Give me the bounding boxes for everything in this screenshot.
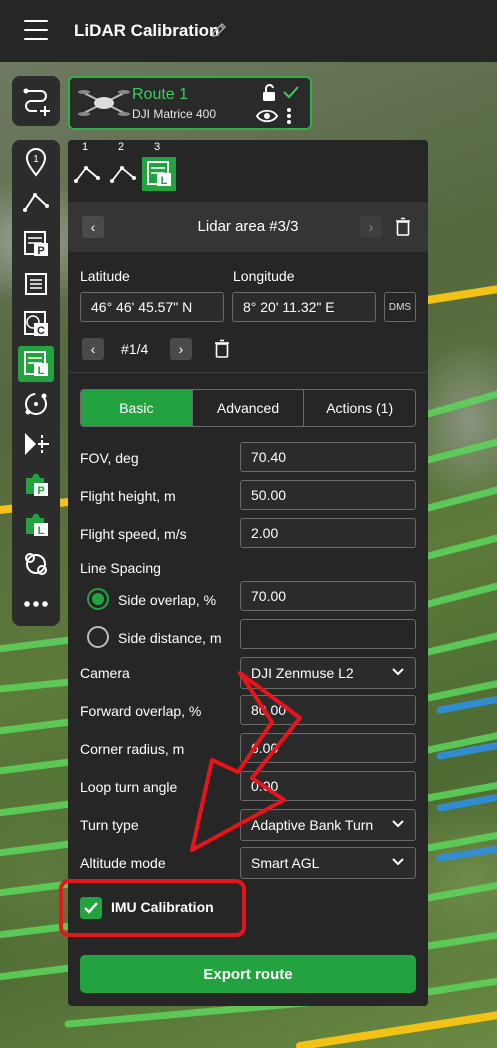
svg-text:P: P (37, 485, 44, 497)
step-lidar-area-icon[interactable]: L (142, 157, 176, 191)
flight-speed-label: Flight speed, m/s (80, 526, 187, 542)
camera-value: DJI Zenmuse L2 (251, 665, 354, 681)
longitude-label: Longitude (233, 268, 295, 284)
drone-icon (78, 90, 130, 116)
route-tools-bar (12, 76, 60, 126)
route-card[interactable]: Route 1 DJI Matrice 400 (68, 76, 312, 130)
turn-type-label: Turn type (80, 817, 139, 833)
kebab-menu-icon[interactable] (286, 107, 292, 125)
dms-toggle-button[interactable]: DMS (384, 292, 416, 322)
side-overlap-radio[interactable] (87, 588, 109, 610)
section-header: ‹ Lidar area #3/3 › (68, 202, 428, 252)
pencil-icon[interactable] (210, 21, 228, 39)
line-spacing-label: Line Spacing (80, 560, 161, 576)
unlock-icon[interactable] (260, 84, 278, 102)
point-counter: #1/4 (121, 341, 149, 357)
waypoint-icon[interactable]: 1 (18, 144, 54, 180)
imu-calibration-label: IMU Calibration (111, 899, 214, 915)
side-distance-label: Side distance, m (118, 630, 222, 646)
page-title: LiDAR Calibration (74, 21, 220, 40)
visibility-icon[interactable] (256, 108, 278, 124)
turn-type-value: Adaptive Bank Turn (251, 817, 374, 833)
turn-type-select[interactable]: Adaptive Bank Turn (240, 809, 416, 841)
imu-calibration-checkbox[interactable] (80, 897, 102, 919)
chevron-down-icon (392, 858, 404, 866)
side-distance-field[interactable] (240, 619, 416, 649)
side-overlap-label: Side overlap, % (118, 592, 217, 608)
corridor-area-icon[interactable]: C (18, 306, 54, 342)
facade-icon[interactable] (18, 426, 54, 462)
latitude-label: Latitude (80, 268, 130, 284)
check-icon[interactable] (282, 84, 300, 100)
polyline-icon[interactable] (18, 184, 54, 220)
latitude-field[interactable]: 46° 46' 45.57" N (80, 292, 224, 322)
tab-advanced[interactable]: Advanced (193, 390, 305, 426)
forward-overlap-label: Forward overlap, % (80, 703, 202, 719)
side-distance-radio[interactable] (87, 626, 109, 648)
next-area-button[interactable]: › (360, 216, 382, 238)
waypoint-tools-bar: 1 P C L P L (12, 140, 60, 626)
step-polyline-icon[interactable] (106, 157, 140, 191)
route-name: Route 1 (132, 86, 189, 103)
fov-field[interactable]: 70.40 (240, 442, 416, 472)
menu-icon[interactable] (24, 20, 48, 40)
side-overlap-field[interactable]: 70.00 (240, 581, 416, 611)
divider (68, 372, 428, 373)
svg-text:1: 1 (33, 154, 39, 165)
check-icon (84, 902, 98, 914)
step-polyline-icon[interactable] (70, 157, 104, 191)
lidar-tool-icon[interactable]: L (18, 506, 54, 542)
photogrammetry-area-icon[interactable]: P (18, 226, 54, 262)
lidar-area-icon[interactable]: L (18, 346, 54, 382)
flight-speed-field[interactable]: 2.00 (240, 518, 416, 548)
delete-point-icon[interactable] (214, 339, 230, 359)
settings-tabs: Basic Advanced Actions (1) (80, 389, 416, 427)
properties-panel: 1 2 3 L ‹ Lidar area #3/3 › Latitude Lon… (68, 140, 428, 1006)
orbit-icon[interactable] (18, 386, 54, 422)
drone-model: DJI Matrice 400 (132, 107, 217, 121)
svg-text:L: L (161, 175, 168, 187)
export-route-button[interactable]: Export route (80, 955, 416, 993)
altitude-mode-select[interactable]: Smart AGL (240, 847, 416, 879)
fov-label: FOV, deg (80, 450, 139, 466)
corner-radius-field[interactable]: 6.00 (240, 733, 416, 763)
photo-tool-icon[interactable]: P (18, 466, 54, 502)
step-number: 1 (82, 141, 89, 153)
svg-text:L: L (38, 525, 45, 537)
area-icon[interactable] (18, 266, 54, 302)
camera-select[interactable]: DJI Zenmuse L2 (240, 657, 416, 689)
loop-turn-angle-label: Loop turn angle (80, 779, 178, 795)
trash-icon[interactable] (395, 217, 411, 237)
loop-turn-angle-field[interactable]: 0.00 (240, 771, 416, 801)
step-number: 2 (118, 141, 125, 153)
more-icon[interactable] (18, 586, 54, 622)
longitude-field[interactable]: 8° 20' 11.32" E (232, 292, 376, 322)
top-bar: LiDAR Calibration (0, 0, 497, 62)
corner-radius-label: Corner radius, m (80, 741, 185, 757)
svg-text:P: P (37, 245, 44, 257)
add-route-icon[interactable] (18, 83, 54, 119)
svg-text:L: L (38, 365, 45, 377)
step-bar: 1 2 3 L (68, 140, 428, 194)
tab-actions[interactable]: Actions (1) (304, 390, 415, 426)
prev-point-button[interactable]: ‹ (82, 338, 104, 360)
altitude-mode-value: Smart AGL (251, 855, 320, 871)
svg-text:C: C (37, 325, 45, 337)
loop-icon[interactable] (18, 546, 54, 582)
chevron-down-icon (392, 668, 404, 676)
step-number: 3 (154, 141, 161, 153)
forward-overlap-field[interactable]: 80.00 (240, 695, 416, 725)
altitude-mode-label: Altitude mode (80, 855, 166, 871)
camera-label: Camera (80, 665, 130, 681)
next-point-button[interactable]: › (170, 338, 192, 360)
flight-height-label: Flight height, m (80, 488, 176, 504)
chevron-down-icon (392, 820, 404, 828)
flight-height-field[interactable]: 50.00 (240, 480, 416, 510)
tab-basic[interactable]: Basic (81, 390, 193, 426)
